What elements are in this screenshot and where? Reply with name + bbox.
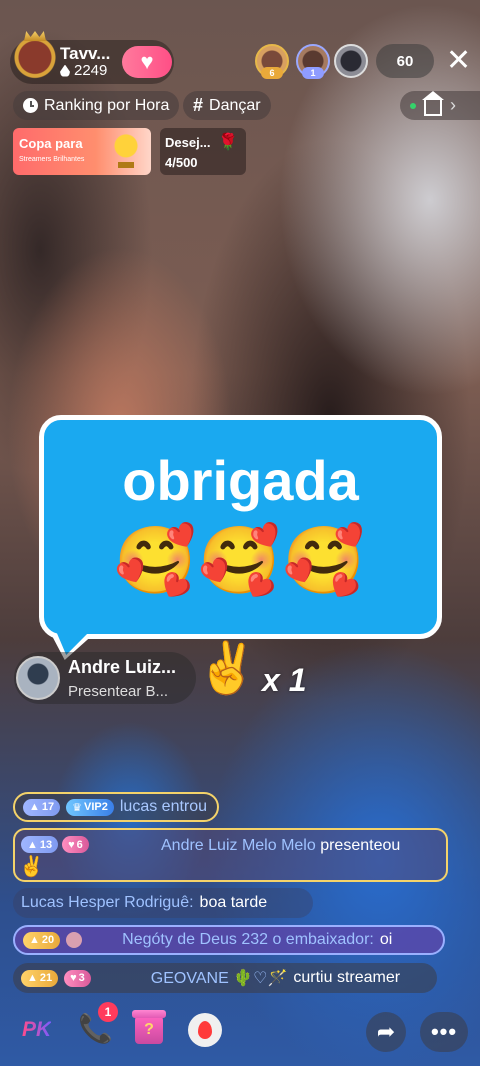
level-badge: ▲ 21 (21, 969, 59, 987)
chat-badges: ▲ 13 ♥ 6 (21, 836, 89, 853)
chat-row-like[interactable]: ▲ 21 ♥ 3 GEOVANE 🌵♡🪄 curtiu streamer (13, 963, 437, 993)
wish-title: Desej... (165, 135, 211, 150)
viewer-rank-badge-2: 1 (302, 67, 324, 79)
chat-username[interactable]: GEOVANE 🌵♡🪄 (151, 968, 288, 988)
host-fans-count: 2249 (74, 62, 108, 79)
gift-action-text: Presentear B... (68, 683, 169, 700)
fan-badge: ♥ 3 (64, 969, 91, 987)
chat-row-message[interactable]: Lucas Hesper Rodriguê: boa tarde (13, 888, 313, 918)
copa-event-card[interactable]: Copa para Streamers Brilhantes (13, 128, 151, 175)
home-icon (422, 90, 444, 116)
bubble-emojis: 🥰🥰🥰 (114, 523, 367, 597)
chat-message: presenteou (320, 837, 401, 854)
hash-icon: # (193, 95, 204, 115)
ranking-label: Ranking por Hora (44, 96, 170, 114)
viewer-rank-badge-1: 6 (261, 67, 283, 79)
wish-list-card[interactable]: Desej... 🌹 4/500 (160, 128, 246, 175)
chat-gift-text: Andre Luiz Melo Melo presenteou (161, 837, 400, 855)
call-notification-badge: 1 (98, 1002, 118, 1022)
fire-drop-icon (60, 64, 70, 77)
home-shortcut[interactable]: › (400, 90, 480, 120)
more-button[interactable]: ••• (420, 1012, 468, 1052)
chat-text: lucas entrou (119, 798, 208, 815)
gift-multiplier: x 1 (262, 662, 307, 698)
category-tag[interactable]: # Dançar (183, 91, 271, 120)
chat-badge-icon (66, 932, 83, 948)
vip-badge: ♛ VIP2 (66, 798, 114, 816)
host-avatar[interactable] (12, 34, 58, 86)
chevron-right-icon: › (450, 95, 456, 115)
viewer-avatar-3[interactable] (334, 44, 368, 78)
chat-username[interactable]: Andre Luiz Melo Melo (161, 837, 316, 854)
crown-icon (24, 31, 46, 41)
share-button[interactable]: ➦ (366, 1012, 406, 1052)
fan-badge: ♥ 6 (62, 836, 89, 853)
follow-button[interactable]: ♥ (122, 46, 172, 78)
gift-sender-avatar[interactable] (16, 656, 60, 700)
bubble-text: obrigada (122, 449, 359, 512)
trophy-icon (111, 134, 141, 168)
wish-progress: 4/500 (165, 155, 198, 170)
online-dot-icon (410, 102, 416, 109)
gift-victory-icon: ✌️ (19, 856, 44, 878)
chat-row-join[interactable]: ▲ 17 ♛ VIP2 lucas entrou (13, 792, 219, 822)
host-fans: 2249 (60, 62, 107, 79)
gift-sender-name: Andre Luiz... (68, 657, 176, 677)
chat-row-gift[interactable]: ▲ 13 ♥ 6 ✌️ Andre Luiz Melo Melo present… (13, 828, 448, 882)
pk-button[interactable]: PK (22, 1018, 51, 1042)
chat-username[interactable]: Lucas Hesper Rodriguê: (21, 894, 194, 912)
viewer-count-button[interactable]: 60 (376, 44, 434, 78)
clock-icon (23, 98, 38, 113)
chat-message: curtiu streamer (293, 969, 401, 986)
fire-icon (198, 1021, 212, 1039)
gift-box-label: ? (144, 1021, 154, 1038)
category-label: Dançar (209, 96, 261, 114)
level-badge: ▲ 13 (21, 836, 59, 853)
chat-message: oi (379, 931, 393, 948)
gift-box-button[interactable]: ? (132, 1010, 166, 1044)
host-name: Tavv... (60, 44, 111, 63)
heart-icon: ♥ (140, 49, 154, 74)
level-badge: ▲ 17 (23, 798, 61, 816)
chat-message: boa tarde (199, 894, 268, 911)
more-icon: ••• (430, 1019, 458, 1044)
rose-icon: 🌹 (218, 134, 238, 151)
level-badge: ▲ 20 (23, 931, 61, 949)
copa-subtitle: Streamers Brilhantes (19, 156, 85, 163)
close-icon[interactable]: ✕ (446, 46, 471, 76)
copa-title: Copa para (19, 136, 83, 151)
chat-row-message[interactable]: ▲ 20 Negóty de Deus 232 o embaixador: oi (13, 925, 445, 955)
ranking-tag[interactable]: Ranking por Hora (13, 91, 180, 120)
chat-username[interactable]: Negóty de Deus 232 o embaixador: (122, 931, 374, 949)
fire-button[interactable] (188, 1013, 222, 1047)
share-icon: ➦ (376, 1019, 396, 1044)
victory-gift-icon: ✌️ (196, 640, 259, 696)
